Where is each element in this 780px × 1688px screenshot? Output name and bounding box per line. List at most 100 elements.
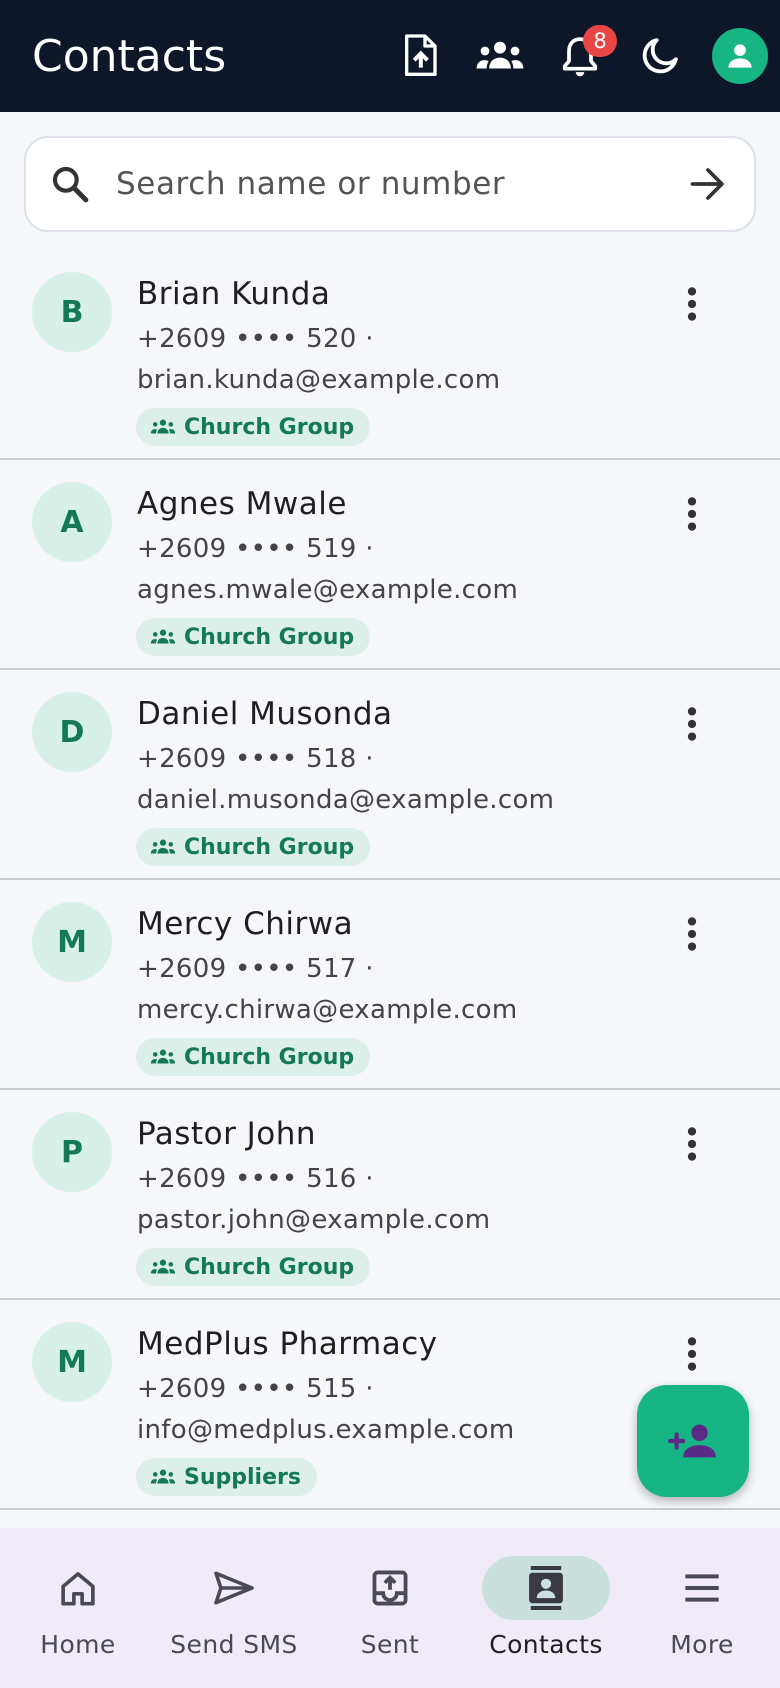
more-vertical-icon <box>687 1127 697 1161</box>
groups-icon <box>150 1469 176 1484</box>
nav-send-sms[interactable]: Send SMS <box>156 1528 312 1688</box>
contact-email: mercy.chirwa@example.com <box>137 995 518 1025</box>
person-add-icon <box>668 1424 716 1458</box>
menu-icon <box>685 1574 719 1602</box>
group-chip-label: Church Group <box>184 834 355 860</box>
nav-icon-container <box>170 1556 298 1620</box>
groups-icon <box>150 839 176 854</box>
list-item[interactable]: P Pastor John +2609 •••• 516 · pastor.jo… <box>0 1090 780 1300</box>
arrow-right-icon <box>690 168 724 200</box>
upload-file-icon <box>405 34 437 76</box>
groups-icon <box>150 1259 176 1274</box>
nav-home[interactable]: Home <box>0 1528 156 1688</box>
nav-icon-container <box>326 1556 454 1620</box>
bottom-navigation: Home Send SMS Sent Contacts More <box>0 1528 780 1688</box>
contact-email: daniel.musonda@example.com <box>137 785 555 815</box>
nav-icon-container <box>14 1556 142 1620</box>
profile-icon <box>728 44 752 68</box>
nav-label: Home <box>40 1630 116 1659</box>
contact-avatar: M <box>32 1322 112 1402</box>
contact-avatar: D <box>32 692 112 772</box>
contact-name: Agnes Mwale <box>137 486 347 522</box>
group-chip-label: Church Group <box>184 624 355 650</box>
contact-menu-button[interactable] <box>668 272 716 336</box>
groups-button[interactable] <box>460 0 540 112</box>
contact-name: Daniel Musonda <box>137 696 393 732</box>
contact-menu-button[interactable] <box>668 482 716 546</box>
contact-menu-button[interactable] <box>668 692 716 756</box>
more-vertical-icon <box>687 1337 697 1371</box>
nav-icon-container <box>638 1556 766 1620</box>
list-item[interactable]: D Daniel Musonda +2609 •••• 518 · daniel… <box>0 670 780 880</box>
contact-name: Brian Kunda <box>137 276 331 312</box>
list-item[interactable]: M Mercy Chirwa +2609 •••• 517 · mercy.ch… <box>0 880 780 1090</box>
group-chip: Suppliers <box>136 1458 317 1496</box>
nav-label: More <box>670 1630 734 1659</box>
group-chip: Church Group <box>136 408 371 446</box>
moon-icon <box>642 38 678 74</box>
app-bar-actions: 8 <box>380 0 780 112</box>
search-submit-button[interactable] <box>682 158 734 210</box>
contact-phone: +2609 •••• 520 · <box>137 324 374 354</box>
group-chip: Church Group <box>136 1038 371 1076</box>
contact-menu-button[interactable] <box>668 1112 716 1176</box>
contact-phone: +2609 •••• 515 · <box>137 1374 374 1404</box>
nav-label: Sent <box>360 1630 420 1659</box>
contact-avatar: B <box>32 272 112 352</box>
contact-name: Pastor John <box>137 1116 317 1152</box>
add-contact-button[interactable] <box>637 1385 749 1497</box>
contacts-icon <box>529 1566 563 1610</box>
search-bar <box>24 136 756 232</box>
contact-email: agnes.mwale@example.com <box>137 575 519 605</box>
search-input[interactable] <box>116 166 682 202</box>
group-chip: Church Group <box>136 618 371 656</box>
contact-email: brian.kunda@example.com <box>137 365 501 395</box>
nav-more[interactable]: More <box>624 1528 780 1688</box>
contact-phone: +2609 •••• 519 · <box>137 534 374 564</box>
home-icon <box>61 1572 95 1606</box>
contact-avatar: P <box>32 1112 112 1192</box>
group-chip-label: Church Group <box>184 414 355 440</box>
contact-email: pastor.john@example.com <box>137 1205 491 1235</box>
avatar <box>712 28 768 84</box>
group-chip-label: Church Group <box>184 1044 355 1070</box>
nav-sent[interactable]: Sent <box>312 1528 468 1688</box>
group-chip-label: Church Group <box>184 1254 355 1280</box>
contact-list: B Brian Kunda +2609 •••• 520 · brian.kun… <box>0 250 780 1510</box>
list-item[interactable]: B Brian Kunda +2609 •••• 520 · brian.kun… <box>0 250 780 460</box>
contact-phone: +2609 •••• 516 · <box>137 1164 374 1194</box>
notification-badge: 8 <box>583 25 617 57</box>
groups-icon <box>476 41 524 69</box>
group-chip-label: Suppliers <box>184 1464 301 1490</box>
contact-name: Mercy Chirwa <box>137 906 354 942</box>
more-vertical-icon <box>687 497 697 531</box>
nav-label: Send SMS <box>170 1630 298 1659</box>
search-icon <box>46 160 94 208</box>
contact-avatar: A <box>32 482 112 562</box>
more-vertical-icon <box>687 287 697 321</box>
dark-mode-toggle[interactable] <box>620 0 700 112</box>
contact-avatar: M <box>32 902 112 982</box>
profile-button[interactable] <box>700 0 780 112</box>
list-item[interactable]: A Agnes Mwale +2609 •••• 519 · agnes.mwa… <box>0 460 780 670</box>
app-bar: Contacts 8 <box>0 0 780 112</box>
group-chip: Church Group <box>136 828 371 866</box>
contact-email: info@medplus.example.com <box>137 1415 515 1445</box>
more-vertical-icon <box>687 707 697 741</box>
send-icon <box>214 1571 254 1605</box>
contact-phone: +2609 •••• 517 · <box>137 954 374 984</box>
contact-phone: +2609 •••• 518 · <box>137 744 374 774</box>
nav-contacts[interactable]: Contacts <box>468 1528 624 1688</box>
contact-menu-button[interactable] <box>668 902 716 966</box>
more-vertical-icon <box>687 917 697 951</box>
outbox-icon <box>372 1570 408 1606</box>
groups-icon <box>150 1049 176 1064</box>
import-contacts-button[interactable] <box>380 0 460 112</box>
group-chip: Church Group <box>136 1248 371 1286</box>
contact-name: MedPlus Pharmacy <box>137 1326 438 1362</box>
contact-menu-button[interactable] <box>668 1322 716 1386</box>
nav-icon-container <box>482 1556 610 1620</box>
groups-icon <box>150 629 176 644</box>
notifications-button[interactable]: 8 <box>540 0 620 112</box>
nav-label: Contacts <box>489 1630 603 1659</box>
